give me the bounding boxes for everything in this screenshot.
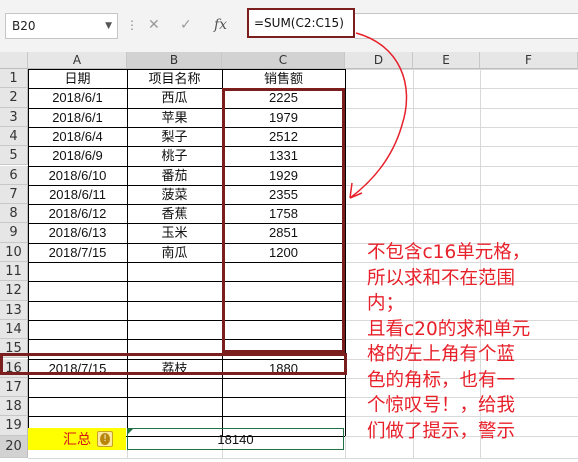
row16-highlight xyxy=(0,353,347,375)
row-header-4[interactable]: 4 xyxy=(0,126,28,147)
item-cell[interactable]: 南瓜 xyxy=(127,243,222,262)
row-header-18[interactable]: 18 xyxy=(0,397,28,417)
row-header-17[interactable]: 17 xyxy=(0,377,28,398)
name-box-value: B20 xyxy=(12,19,36,33)
header-date-cell[interactable]: 日期 xyxy=(28,69,127,88)
summary-label: 汇总 xyxy=(63,431,91,447)
item-cell[interactable]: 桃子 xyxy=(127,146,222,165)
header-sales-cell[interactable]: 销售额 xyxy=(222,69,345,88)
date-cell[interactable]: 2018/6/1 xyxy=(28,88,127,107)
row-header-9[interactable]: 9 xyxy=(0,223,28,243)
table-border-h xyxy=(28,397,345,399)
warning-icon[interactable]: ! xyxy=(97,431,113,447)
item-cell[interactable]: 梨子 xyxy=(127,127,222,146)
summary-value-cell[interactable]: 18140 xyxy=(127,428,344,450)
cancel-icon[interactable]: ✕ xyxy=(148,17,160,33)
column-header-c[interactable]: C xyxy=(222,52,345,69)
table-border-h xyxy=(28,416,345,418)
row-header-6[interactable]: 6 xyxy=(0,165,28,185)
annotation-line: 所以求和不在范围 xyxy=(367,267,516,289)
gridline-h xyxy=(28,457,578,459)
formula-input[interactable]: =SUM(C2:C15) xyxy=(247,8,355,38)
formula-buttons: ✕ ✓ fx xyxy=(136,13,234,39)
range-highlight-c2-c15 xyxy=(222,88,345,353)
annotation-line: 格的左上角有个蓝 xyxy=(367,344,516,365)
date-cell[interactable]: 2018/6/11 xyxy=(28,185,127,204)
row-header-8[interactable]: 8 xyxy=(0,204,28,224)
formula-text: =SUM(C2:C15) xyxy=(254,16,344,30)
row-header-20[interactable]: 20 xyxy=(0,435,28,458)
annotation-line: 个惊叹号！，给我 xyxy=(367,395,516,416)
name-box[interactable]: B20 ▼ xyxy=(5,13,118,39)
row-header-19[interactable]: 19 xyxy=(0,416,28,436)
annotation-text: 不包含c16单元格， 所以求和不在范围 内； 且看c20的求和单元 格的左上角有个蓝 色的… xyxy=(367,240,577,444)
date-cell[interactable]: 2018/7/15 xyxy=(28,243,127,262)
item-cell[interactable]: 番茄 xyxy=(127,166,222,185)
date-cell[interactable]: 2018/6/9 xyxy=(28,146,127,165)
row-header-10[interactable]: 10 xyxy=(0,242,28,262)
error-indicator-icon xyxy=(127,429,133,435)
summary-value: 18140 xyxy=(217,432,254,447)
date-cell[interactable]: 2018/6/1 xyxy=(28,108,127,127)
row-header-13[interactable]: 13 xyxy=(0,300,28,320)
annotation-line: 色的角标，也有一 xyxy=(367,369,516,391)
row-header-14[interactable]: 14 xyxy=(0,319,28,340)
item-cell[interactable]: 西瓜 xyxy=(127,88,222,107)
annotation-line: 且看c20的求和单元 xyxy=(367,318,531,340)
date-cell[interactable]: 2018/6/13 xyxy=(28,223,127,242)
column-header-b[interactable]: B xyxy=(127,52,222,69)
row-header-7[interactable]: 7 xyxy=(0,184,28,205)
date-cell[interactable]: 2018/6/10 xyxy=(28,166,127,185)
row-header-12[interactable]: 12 xyxy=(0,281,28,301)
chevron-down-icon[interactable]: ▼ xyxy=(105,14,112,38)
annotation-line: 们做了提示，警示 xyxy=(367,420,516,442)
column-header-e[interactable]: E xyxy=(413,52,480,69)
row-header-1[interactable]: 1 xyxy=(0,69,28,89)
date-cell[interactable]: 2018/6/12 xyxy=(28,204,127,223)
column-header-f[interactable]: F xyxy=(480,52,578,69)
annotation-line: 内； xyxy=(367,293,405,314)
column-header-a[interactable]: A xyxy=(28,52,127,69)
date-cell[interactable]: 2018/6/4 xyxy=(28,127,127,146)
select-all-corner[interactable] xyxy=(0,52,28,69)
insert-function-icon[interactable]: fx xyxy=(214,17,227,33)
item-cell[interactable]: 菠菜 xyxy=(127,185,222,204)
annotation-line: 不包含c16单元格， xyxy=(367,242,531,263)
item-cell[interactable]: 玉米 xyxy=(127,223,222,242)
annotation-arrow xyxy=(349,32,408,199)
item-cell[interactable]: 香蕉 xyxy=(127,204,222,223)
item-cell[interactable]: 苹果 xyxy=(127,108,222,127)
formula-bar: B20 ▼ ⋮ ✕ ✓ fx =SUM(C2:C15) xyxy=(0,0,578,52)
row-header-5[interactable]: 5 xyxy=(0,146,28,166)
table-border-h xyxy=(28,377,345,379)
header-item-cell[interactable]: 项目名称 xyxy=(127,69,222,88)
enter-icon[interactable]: ✓ xyxy=(180,17,192,33)
row-header-2[interactable]: 2 xyxy=(0,88,28,108)
row-header-11[interactable]: 11 xyxy=(0,262,28,282)
row-header-3[interactable]: 3 xyxy=(0,107,28,127)
